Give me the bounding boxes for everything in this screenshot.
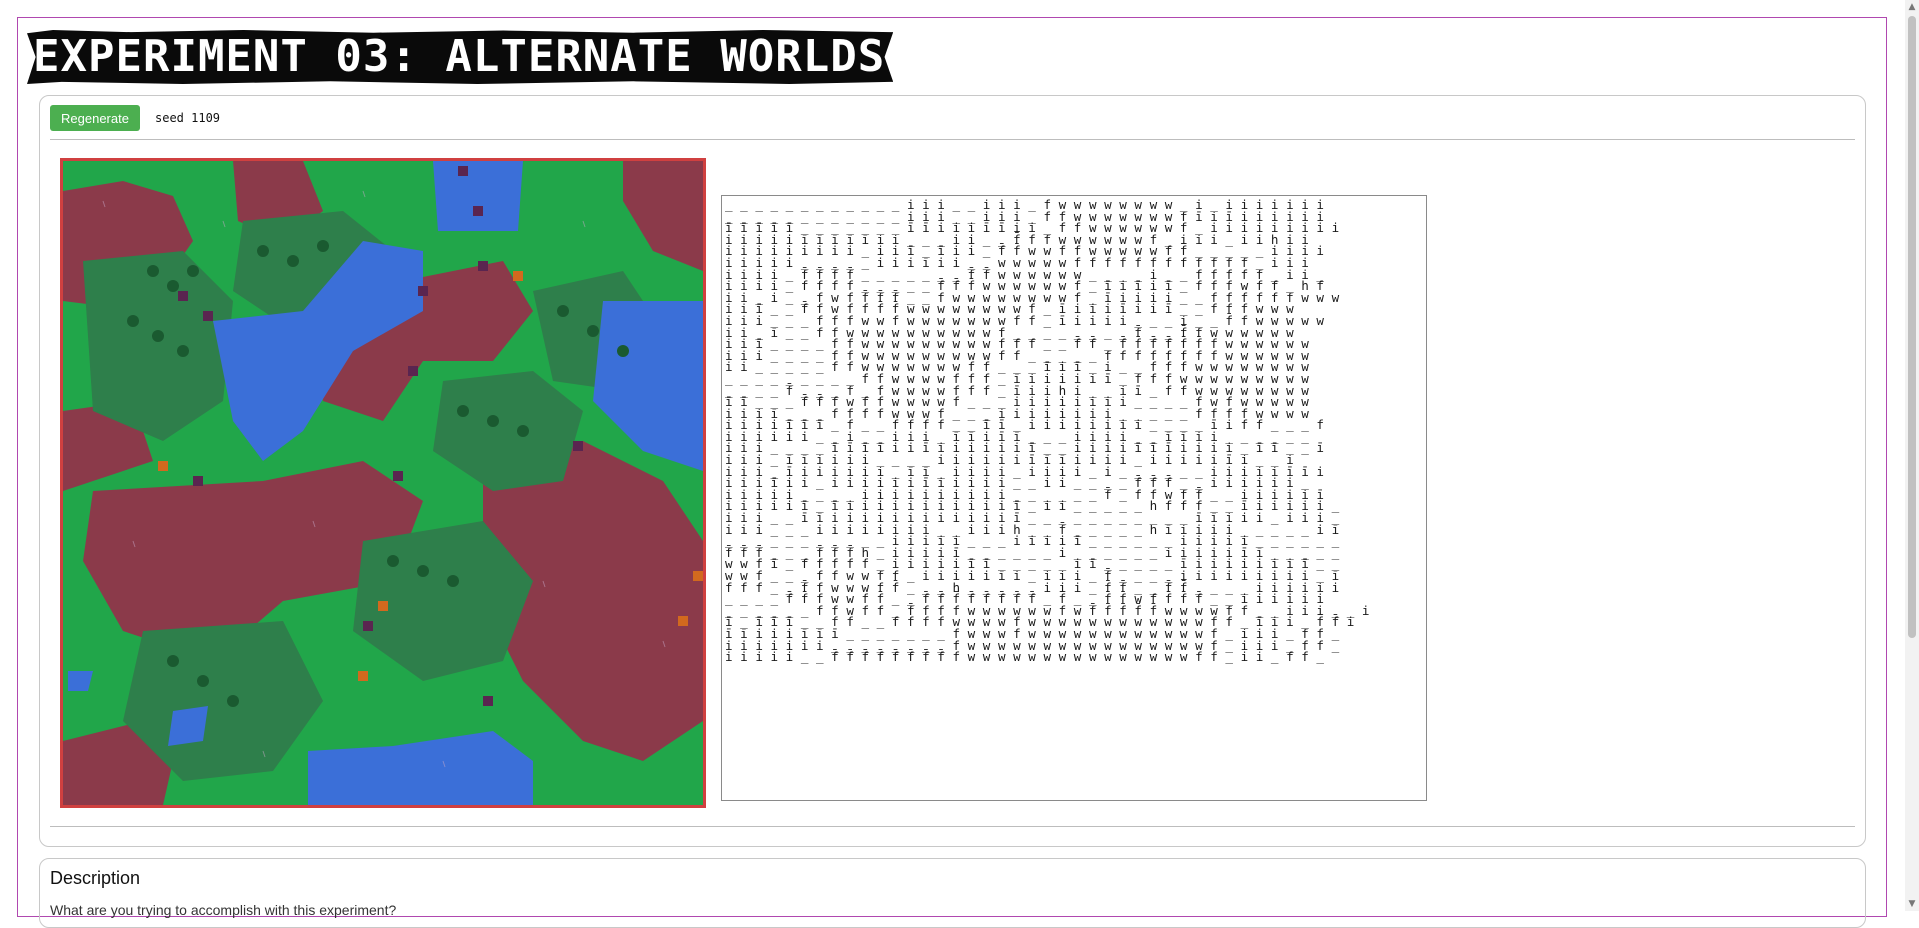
description-text: What are you trying to accomplish with t… (50, 902, 397, 918)
ascii-row: i i i i i _ _ f̄ f̄ f̄ f̄ f̄ f̄ f̄ f̄ f … (725, 649, 1324, 665)
scroll-up-icon[interactable]: ▲ (1905, 0, 1919, 14)
divider-bottom (50, 826, 1855, 827)
water-region (433, 161, 523, 231)
scroll-thumb[interactable] (1908, 16, 1916, 638)
world-map-canvas (63, 161, 703, 805)
world-map[interactable] (60, 158, 706, 808)
scroll-down-icon[interactable]: ▼ (1905, 897, 1919, 911)
ascii-map: _ _ _ _ _ _ _ _ _ _ _ _ i i i _ _ i i i … (721, 195, 1427, 801)
seed-label: seed 1109 (155, 111, 221, 125)
title-banner: EXPERIMENT 03: ALTERNATE WORLDS (27, 30, 894, 84)
divider-top (50, 139, 1855, 140)
page-title: EXPERIMENT 03: ALTERNATE WORLDS (33, 31, 886, 82)
regenerate-button[interactable]: Regenerate (50, 105, 140, 131)
description-heading: Description (50, 868, 141, 888)
water-region (168, 706, 208, 746)
page-scrollbar[interactable]: ▲ ▼ (1905, 0, 1919, 911)
